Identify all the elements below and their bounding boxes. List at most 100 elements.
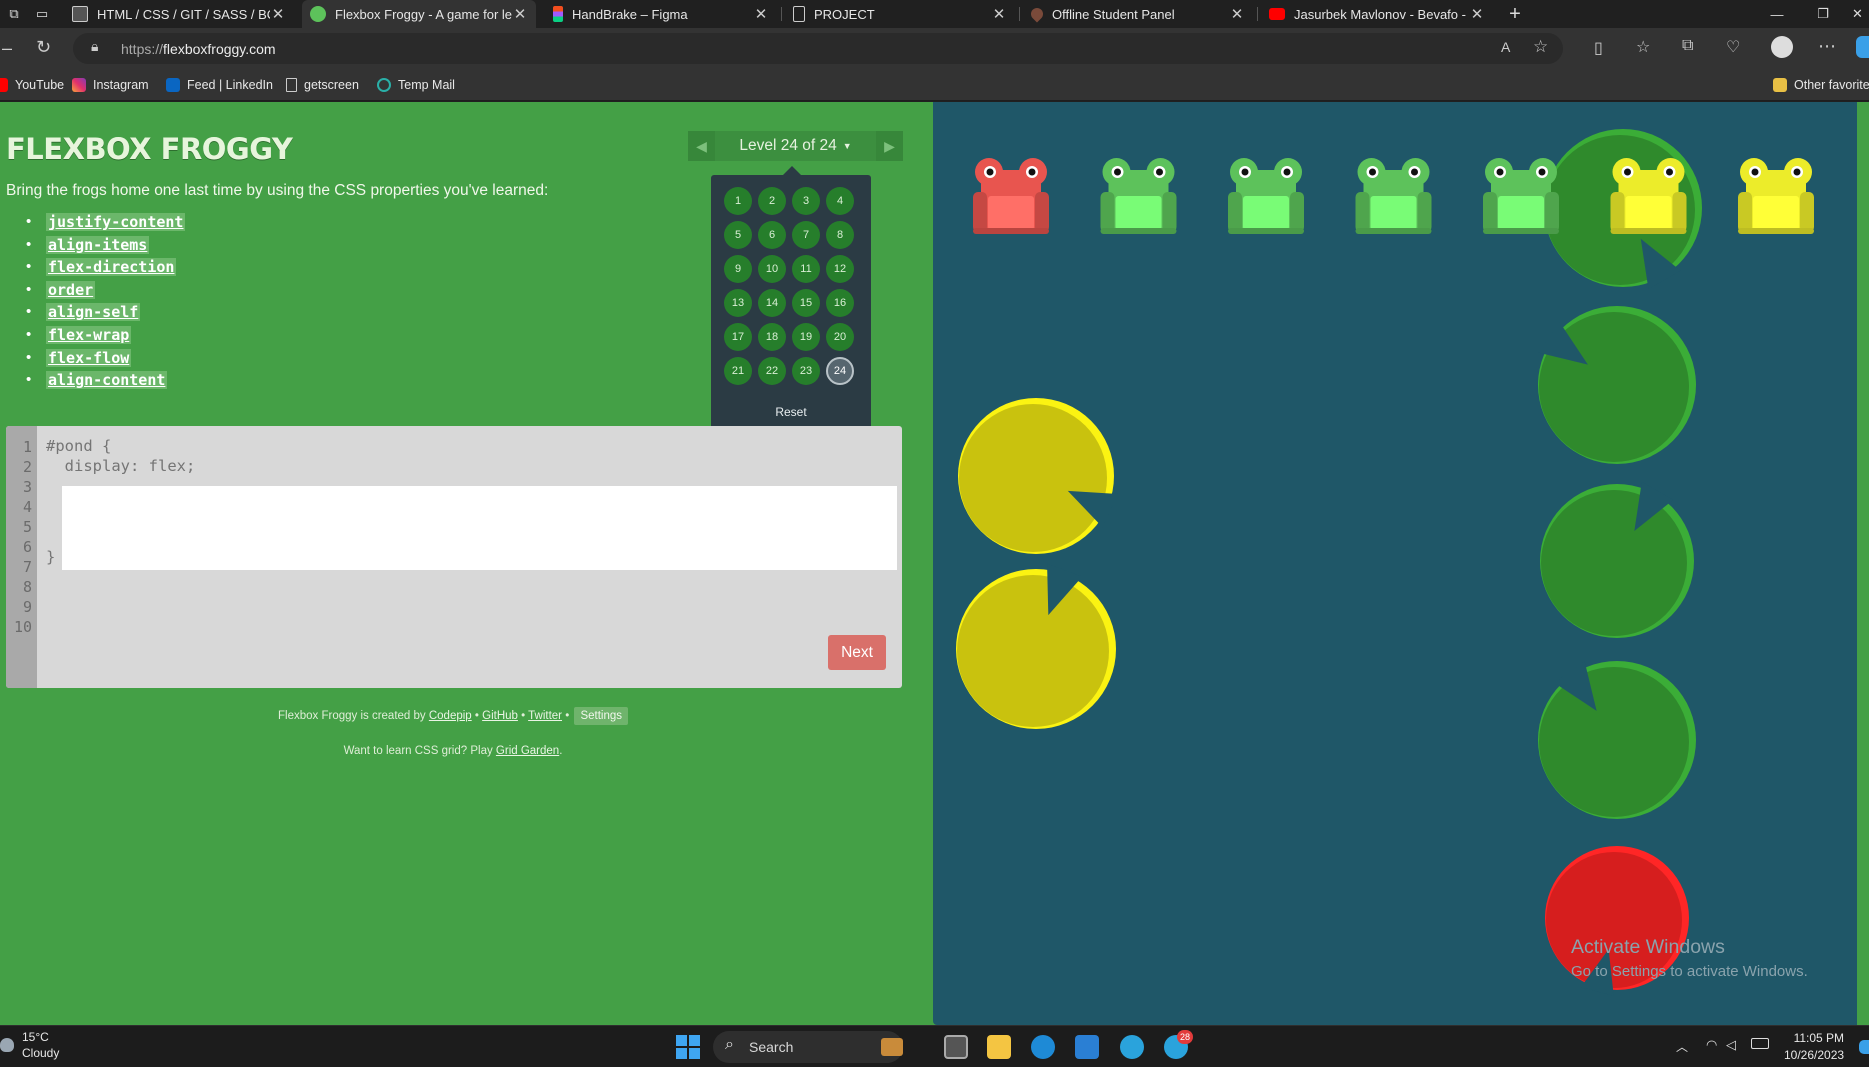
favorites-icon[interactable]: ☆ <box>1636 37 1650 57</box>
tab-actions-icon[interactable]: ▭ <box>22 0 62 28</box>
list-item: justify-content <box>26 213 186 236</box>
list-item: align-content <box>26 371 185 394</box>
level-button[interactable]: 23 <box>792 357 820 385</box>
grid-garden-link[interactable]: Grid Garden <box>496 745 559 757</box>
minimize-button[interactable]: — <box>1754 0 1800 28</box>
level-button[interactable]: 12 <box>826 255 854 283</box>
refresh-icon[interactable]: ↻ <box>36 37 51 58</box>
edge-icon[interactable] <box>1031 1035 1055 1059</box>
window-close-button[interactable]: ✕ <box>1846 0 1869 28</box>
level-button[interactable]: 20 <box>826 323 854 351</box>
property-link[interactable]: order <box>46 280 96 299</box>
level-button[interactable]: 6 <box>758 221 786 249</box>
linkedin-icon <box>166 78 180 92</box>
property-link[interactable]: justify-content <box>46 213 186 231</box>
level-button[interactable]: 19 <box>792 323 820 351</box>
level-button[interactable]: 7 <box>792 221 820 249</box>
copilot-icon[interactable] <box>1856 36 1869 58</box>
windows-start-icon[interactable] <box>676 1035 700 1059</box>
battery-icon[interactable] <box>1751 1038 1769 1049</box>
line-number: 4 <box>22 498 32 516</box>
back-icon[interactable]: – <box>2 38 12 59</box>
level-button[interactable]: 3 <box>792 187 820 215</box>
level-button[interactable]: 8 <box>826 221 854 249</box>
read-aloud-icon[interactable]: A <box>1501 39 1510 55</box>
tab-flexbox-froggy[interactable]: Flexbox Froggy - A game for lear ✕ <box>302 0 536 28</box>
level-button[interactable]: 24 <box>826 357 854 385</box>
task-view-icon[interactable] <box>944 1035 968 1059</box>
level-button[interactable]: 10 <box>758 255 786 283</box>
notification-badge: 28 <box>1177 1030 1193 1044</box>
tab-project[interactable]: PROJECT ✕ <box>785 0 1015 28</box>
bookmark-instagram[interactable]: Instagram <box>72 76 149 94</box>
next-level-arrow-icon[interactable]: ▶ <box>876 131 903 161</box>
wifi-icon[interactable]: ◠ <box>1706 1037 1717 1053</box>
level-button[interactable]: 2 <box>758 187 786 215</box>
close-icon[interactable]: ✕ <box>270 5 286 23</box>
bookmark-getscreen[interactable]: getscreen <box>286 76 359 94</box>
close-icon[interactable]: ✕ <box>512 5 528 23</box>
level-button[interactable]: 22 <box>758 357 786 385</box>
property-link[interactable]: align-items <box>46 235 150 254</box>
level-button[interactable]: 11 <box>792 255 820 283</box>
split-screen-icon[interactable]: ▯ <box>1594 38 1603 58</box>
next-button[interactable]: Next <box>828 635 886 670</box>
github-link[interactable]: GitHub <box>482 710 518 722</box>
browser-essentials-icon[interactable]: ♡ <box>1726 37 1740 57</box>
bookmark-other-favorites[interactable]: Other favorite <box>1773 76 1869 94</box>
new-tab-button[interactable]: + <box>1493 0 1537 28</box>
taskbar-search[interactable]: ⌕ Search <box>713 1031 903 1063</box>
tab-notion[interactable]: HTML / CSS / GIT / SASS / BOOT ✕ <box>64 0 294 28</box>
level-button[interactable]: 17 <box>724 323 752 351</box>
collections-icon[interactable]: ⧉ <box>1682 37 1693 55</box>
level-button[interactable]: 4 <box>826 187 854 215</box>
twitter-link[interactable]: Twitter <box>528 710 562 722</box>
close-icon[interactable]: ✕ <box>753 5 769 23</box>
level-button[interactable]: 14 <box>758 289 786 317</box>
bookmark-youtube[interactable]: YouTube <box>0 76 64 94</box>
file-explorer-icon[interactable] <box>987 1035 1011 1059</box>
bookmark-temp-mail[interactable]: Temp Mail <box>377 76 455 94</box>
property-link[interactable]: flex-wrap <box>46 325 132 344</box>
property-link[interactable]: align-self <box>46 303 141 322</box>
level-button[interactable]: 16 <box>826 289 854 317</box>
previous-level-arrow-icon[interactable]: ◀ <box>688 131 715 161</box>
property-link[interactable]: flex-flow <box>46 348 132 367</box>
mail-icon <box>377 78 391 92</box>
cloud-icon <box>0 1038 14 1052</box>
level-button[interactable]: 15 <box>792 289 820 317</box>
level-button[interactable]: 13 <box>724 289 752 317</box>
level-button[interactable]: 1 <box>724 187 752 215</box>
close-icon[interactable]: ✕ <box>1469 5 1485 23</box>
tab-youtube-song[interactable]: Jasurbek Mavlonov - Bevafo - Yo ✕ <box>1261 0 1493 28</box>
close-icon[interactable]: ✕ <box>991 5 1007 23</box>
level-button[interactable]: 18 <box>758 323 786 351</box>
level-dropdown-toggle[interactable]: Level 24 of 24 ▼ <box>715 131 876 161</box>
volume-icon[interactable]: ◁ <box>1726 1037 1736 1053</box>
level-button[interactable]: 9 <box>724 255 752 283</box>
property-link[interactable]: align-content <box>46 371 168 390</box>
codepip-link[interactable]: Codepip <box>429 710 472 722</box>
line-number: 2 <box>22 458 32 476</box>
bookmark-linkedin[interactable]: Feed | LinkedIn <box>166 76 273 94</box>
favorite-star-icon[interactable]: ☆ <box>1533 37 1548 57</box>
property-link[interactable]: flex-direction <box>46 258 177 277</box>
close-icon[interactable]: ✕ <box>1229 5 1245 23</box>
level-button[interactable]: 21 <box>724 357 752 385</box>
tab-student-panel[interactable]: Offline Student Panel ✕ <box>1023 0 1253 28</box>
reset-button[interactable]: Reset <box>711 405 871 419</box>
url-field[interactable]: 🔒︎ https://flexboxfroggy.com A ☆ <box>73 33 1563 64</box>
level-button[interactable]: 5 <box>724 221 752 249</box>
system-clock[interactable]: 11:05 PM 10/26/2023 <box>1784 1030 1844 1064</box>
chevron-up-icon[interactable]: ︿ <box>1676 1038 1688 1055</box>
tab-figma[interactable]: HandBrake – Figma ✕ <box>545 0 777 28</box>
profile-avatar[interactable] <box>1771 36 1793 58</box>
weather-widget[interactable]: 15°C Cloudy <box>22 1029 59 1061</box>
telegram-icon[interactable] <box>1120 1035 1144 1059</box>
settings-button[interactable]: Settings <box>574 707 628 725</box>
vscode-icon[interactable] <box>1075 1035 1099 1059</box>
more-menu-icon[interactable]: ⋯ <box>1818 36 1836 57</box>
restore-button[interactable]: ❐ <box>1800 0 1846 28</box>
css-input-area[interactable] <box>62 486 897 570</box>
notification-center-icon[interactable] <box>1859 1040 1869 1054</box>
